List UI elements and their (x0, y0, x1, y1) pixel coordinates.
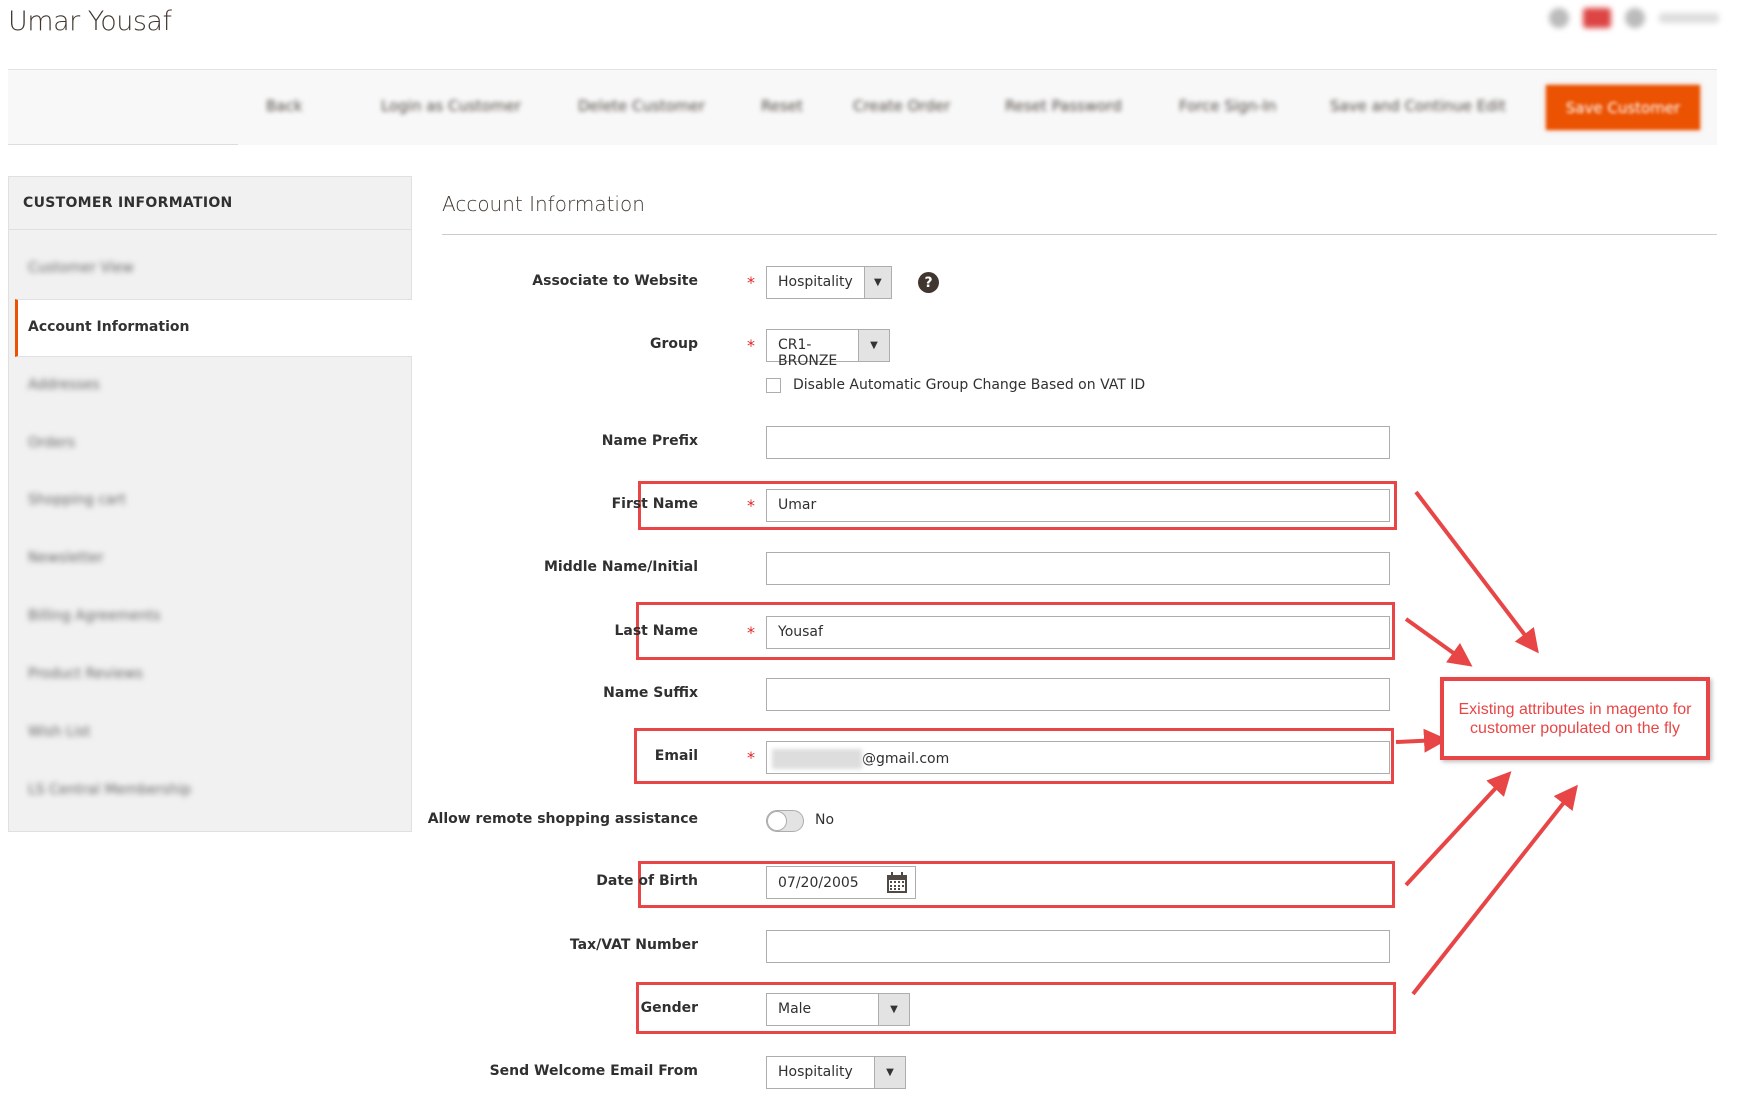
arrow (1395, 728, 1448, 753)
arrow (1404, 617, 1473, 667)
arrow (1411, 784, 1578, 996)
arrow (1404, 771, 1512, 887)
annotation-note: Existing attributes in magento for custo… (1440, 677, 1710, 760)
annotation-arrows (1395, 490, 1578, 996)
arrow (1414, 490, 1539, 654)
